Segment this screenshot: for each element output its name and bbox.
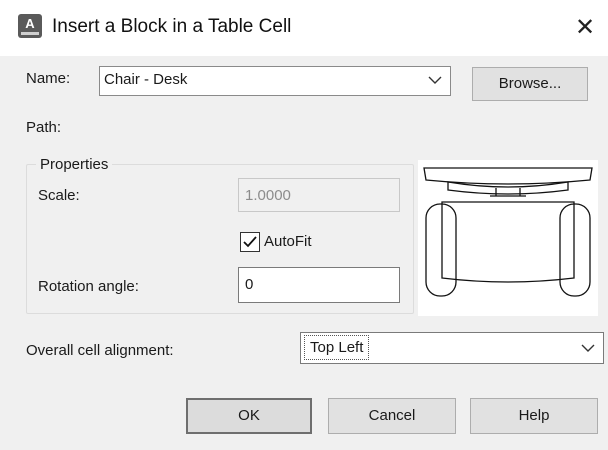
title-bar: A Insert a Block in a Table Cell ✕ [0, 0, 608, 56]
name-label: Name: [26, 70, 71, 87]
cell-alignment-value: Top Left [304, 335, 370, 360]
close-icon: ✕ [574, 13, 596, 41]
ok-button[interactable]: OK [186, 398, 312, 434]
autofit-label[interactable]: AutoFit [264, 233, 312, 250]
name-combobox-value: Chair - Desk [104, 71, 188, 88]
scale-label: Scale: [38, 187, 80, 204]
chevron-down-icon [581, 344, 595, 352]
name-combobox[interactable]: Chair - Desk [99, 66, 451, 96]
chevron-down-icon [428, 76, 442, 84]
dialog-title: Insert a Block in a Table Cell [52, 16, 292, 37]
checkmark-icon [243, 236, 257, 248]
chair-desk-block-preview [423, 167, 593, 297]
path-label: Path: [26, 119, 62, 136]
autocad-app-icon: A [18, 14, 42, 38]
cell-alignment-label: Overall cell alignment: [26, 342, 174, 359]
cell-alignment-dropdown[interactable]: Top Left [300, 332, 604, 364]
rotation-angle-input-value: 0 [245, 276, 254, 293]
block-preview [418, 160, 598, 316]
autofit-checkbox[interactable] [240, 232, 260, 252]
close-button[interactable]: ✕ [568, 12, 602, 44]
rotation-angle-input[interactable]: 0 [238, 267, 400, 303]
help-button[interactable]: Help [470, 398, 598, 434]
browse-button[interactable]: Browse... [472, 67, 588, 101]
scale-input-value: 1.0000 [245, 187, 291, 204]
scale-input[interactable]: 1.0000 [238, 178, 400, 212]
cancel-button[interactable]: Cancel [328, 398, 456, 434]
rotation-angle-label: Rotation angle: [38, 278, 139, 295]
insert-block-dialog: A Insert a Block in a Table Cell ✕ Name:… [0, 0, 608, 450]
properties-group-title: Properties [36, 156, 113, 173]
